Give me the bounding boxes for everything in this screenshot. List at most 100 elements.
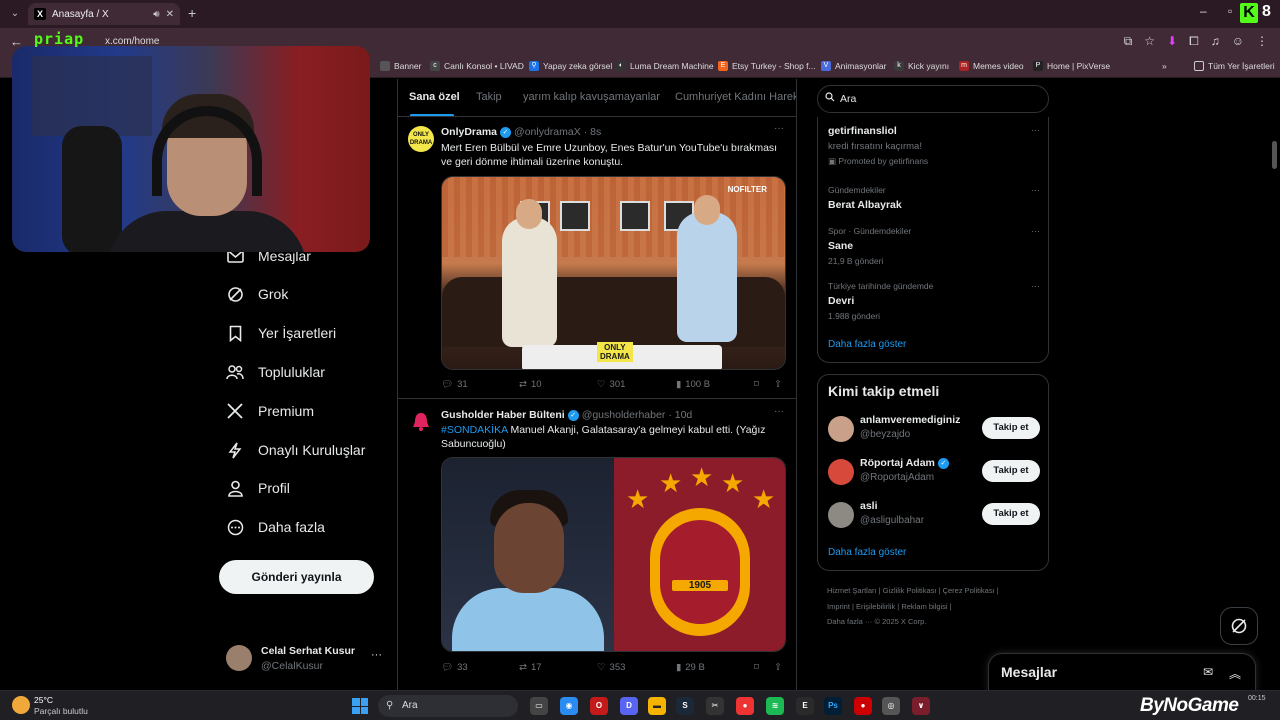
bookmark-item[interactable]: c Canlı Konsol • LIVAD [430,61,524,71]
opera-icon[interactable]: O [590,697,608,715]
media-icon[interactable]: ♫ [1211,34,1220,49]
close-icon[interactable]: ✕ [166,9,174,20]
messages-drawer[interactable]: Mesajlar ✉ ︽ [988,653,1256,690]
reply-button[interactable]: 💬︎ 31 [441,379,468,390]
new-message-icon[interactable]: ✉ [1203,665,1213,679]
install-icon[interactable]: ⧉ [1124,34,1133,49]
follow-button[interactable]: Takip et [982,417,1040,439]
repost-button[interactable]: ⇄ 17 [519,662,542,673]
tab-list-2[interactable]: Cumhuriyet Kadını Hareke [675,91,796,103]
tweet-time[interactable]: · 10d [668,409,692,421]
capcut-icon[interactable]: ✂ [706,697,724,715]
tweet-time[interactable]: · 8s [584,126,602,138]
download-icon[interactable]: ⬇ [1167,34,1177,49]
start-button[interactable] [352,698,368,714]
more-icon[interactable]: ··· [1031,226,1040,236]
avatar[interactable] [828,416,854,442]
reply-button[interactable]: 💬︎ 33 [441,662,468,673]
more-icon[interactable]: ··· [774,123,784,134]
avatar[interactable] [828,459,854,485]
tweet-media[interactable]: NOFILTER ONLY DRAMA [441,176,786,370]
repost-button[interactable]: ⇄ 10 [519,379,542,390]
follow-button[interactable]: Takip et [982,460,1040,482]
bookmark-icon[interactable]: ⌑ [754,662,759,673]
chrome-icon[interactable]: ◉ [560,697,578,715]
avatar[interactable] [828,502,854,528]
restore-icon[interactable]: ▫ [1228,4,1232,18]
minimize-icon[interactable]: – [1200,4,1207,18]
bookmark-item[interactable]: ⚲ Yapay zeka görsel [529,61,612,71]
bookmark-item[interactable]: Banner [380,61,421,71]
bookmark-item[interactable]: ◐ Luma Dream Machine [616,61,714,71]
spotify-icon[interactable]: ≋ [766,697,784,715]
trend-item[interactable]: Spor · Gündemdekiler Sane 21,9 B gönderi… [828,226,1040,266]
nav-verified-orgs[interactable]: Onaylı Kuruluşlar [226,441,365,459]
bookmark-item[interactable]: V Animasyonlar [821,61,887,71]
footer-links[interactable]: Hizmet Şartları | Gizlilik Politikası | … [827,586,999,595]
tweet-author-name[interactable]: OnlyDrama [441,126,497,138]
star-icon[interactable]: ☆ [1144,34,1155,49]
follow-suggestion[interactable]: Röportaj Adam ✓ @RoportajAdam Takip et [828,457,1040,487]
new-tab-button[interactable]: + [188,5,196,21]
bookmark-item[interactable]: P Home | PixVerse [1033,61,1110,71]
grok-floating-button[interactable] [1220,607,1258,645]
tweet[interactable]: ONLY DRAMA OnlyDrama ✓ @onlydramaX · 8s … [398,117,796,399]
bookmarks-overflow-icon[interactable]: » [1162,61,1167,71]
app-icon[interactable]: ∨ [912,697,930,715]
footer-links[interactable]: Imprint | Erişilebilirlik | Reklam bilgi… [827,602,952,611]
recorder-icon[interactable]: ● [736,697,754,715]
profile-icon[interactable]: ☺ [1232,34,1244,49]
app-icon[interactable]: ● [854,697,872,715]
obs-icon[interactable]: ◎ [882,697,900,715]
follow-button[interactable]: Takip et [982,503,1040,525]
account-switcher[interactable]: Celal Serhat Kusur @CelalKusur ··· [226,643,386,673]
share-icon[interactable]: ⇧ [774,379,782,390]
more-icon[interactable]: ··· [371,649,382,661]
tab-for-you[interactable]: Sana özel [409,91,460,103]
tab-following[interactable]: Takip [476,91,502,103]
follow-suggestion[interactable]: asli @asligulbahar Takip et [828,500,1040,530]
menu-icon[interactable]: ⋮ [1256,34,1268,49]
page-scrollbar[interactable] [1272,141,1277,169]
like-button[interactable]: ♡ 353 [597,662,625,673]
trend-item[interactable]: getirfinansliol kredi fırsatını kaçırma!… [828,125,1040,167]
avatar[interactable]: ONLY DRAMA [408,126,434,152]
more-icon[interactable]: ··· [1031,281,1040,291]
bookmark-item[interactable]: k Kick yayını [894,61,949,71]
bookmark-item[interactable]: m Memes video [959,61,1024,71]
bookmark-icon[interactable]: ⌑ [754,379,759,390]
share-icon[interactable]: ⇧ [774,662,782,673]
taskbar-search[interactable]: ⚲ Ara [378,695,518,717]
tab-list-1[interactable]: yarım kalıp kavuşamayanlar [523,91,660,103]
task-view-icon[interactable]: ▭ [530,697,548,715]
trend-item[interactable]: Türkiye tarihinde gündemde Devri 1.988 g… [828,281,1040,321]
browser-tab[interactable]: X Anasayfa / X 🔊︎ ✕ [28,3,180,25]
avatar[interactable] [408,409,434,435]
all-bookmarks[interactable]: Tüm Yer İşaretleri [1194,61,1275,71]
folder-icon[interactable]: ▬ [648,697,666,715]
who-to-follow-show-more-link[interactable]: Daha fazla göster [828,547,906,558]
clock[interactable]: 00:15 [1248,695,1266,702]
post-button[interactable]: Gönderi yayınla [219,560,374,594]
bookmark-item[interactable]: E Etsy Turkey - Shop f... [718,61,816,71]
tweet-media[interactable]: ★ ★ ★ ★ ★ 1905 [441,457,786,652]
views-button[interactable]: ▮ 100 B [676,379,710,390]
nav-more[interactable]: Daha fazla [226,518,325,536]
tweet-author-handle[interactable]: @gusholderhaber [582,409,666,421]
hashtag-link[interactable]: #SONDAKİKA [441,424,508,436]
like-button[interactable]: ♡ 301 [597,379,625,390]
nav-communities[interactable]: Topluluklar [226,363,325,381]
photoshop-icon[interactable]: Ps [824,697,842,715]
nav-profile[interactable]: Profil [226,479,290,497]
extensions-icon[interactable]: ⧠ [1189,34,1199,49]
more-icon[interactable]: ··· [1031,185,1040,195]
trends-show-more-link[interactable]: Daha fazla göster [828,339,906,350]
tweet[interactable]: Gusholder Haber Bülteni ✓ @gusholderhabe… [398,400,796,690]
more-icon[interactable]: ··· [1031,125,1040,135]
nav-grok[interactable]: Grok [226,285,288,303]
footer-links[interactable]: Daha fazla ··· © 2025 X Corp. [827,617,926,626]
discord-icon[interactable]: D [620,697,638,715]
follow-suggestion[interactable]: anlamveremediginiz @beyzajdo Takip et [828,414,1040,444]
epic-games-icon[interactable]: E [796,697,814,715]
speaker-icon[interactable]: 🔊︎ [153,9,159,20]
